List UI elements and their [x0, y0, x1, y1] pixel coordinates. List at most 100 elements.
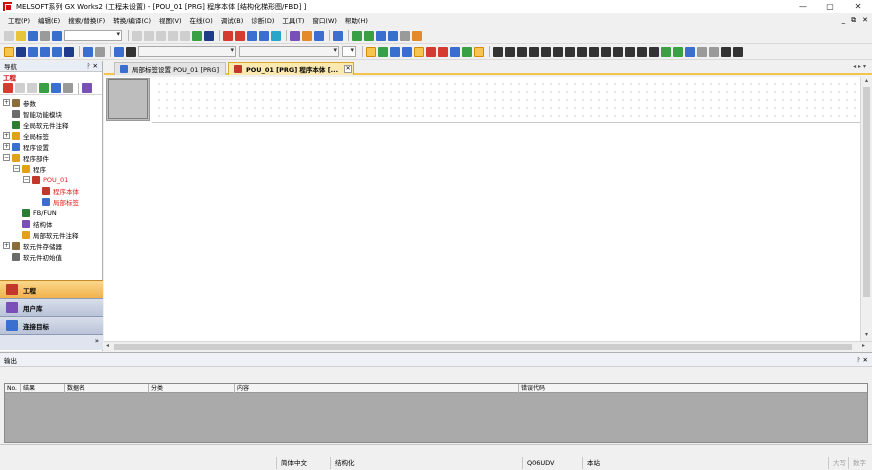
mdi-close-button[interactable]: ✕: [862, 16, 868, 24]
line-delete-icon[interactable]: [685, 46, 695, 57]
read-plc-icon[interactable]: [235, 30, 245, 41]
ladder-step-icon[interactable]: [352, 30, 362, 41]
output-table[interactable]: No. 结果 数据名 分类 内容 错误代码: [4, 383, 868, 443]
contact-icon[interactable]: [390, 46, 400, 57]
zoom-combo[interactable]: [342, 46, 356, 57]
expand-icon[interactable]: +: [3, 132, 10, 139]
menu-help[interactable]: 帮助(H): [341, 15, 372, 25]
menu-diagnostics[interactable]: 诊断(D): [247, 15, 278, 25]
undo-icon[interactable]: [168, 30, 178, 41]
column-error-code[interactable]: 错误代码: [519, 384, 867, 393]
parallel-fall-icon[interactable]: [625, 46, 635, 57]
tree-item[interactable]: − 程序部件: [0, 152, 102, 163]
scroll-left-icon[interactable]: ◂: [106, 342, 109, 349]
properties-icon[interactable]: [63, 83, 73, 93]
output-pin-close[interactable]: ᚹ ✕: [857, 353, 868, 367]
line-draw-icon[interactable]: [673, 46, 683, 57]
column-content[interactable]: 内容: [235, 384, 519, 393]
close-button[interactable]: ✕: [848, 0, 868, 13]
editor-vertical-scrollbar[interactable]: ▴ ▾: [860, 77, 872, 341]
operation-result-icon[interactable]: [649, 46, 659, 57]
device-combo[interactable]: [64, 30, 122, 41]
tree-item[interactable]: − POU_01: [0, 174, 102, 185]
zoom-in-icon[interactable]: [721, 46, 731, 57]
tree-item[interactable]: 软元件初始值: [0, 251, 102, 262]
falling-edge-icon[interactable]: [529, 46, 539, 57]
find-icon[interactable]: [114, 46, 124, 57]
tree-item[interactable]: + 程序设置: [0, 141, 102, 152]
tree-item[interactable]: 程序本体: [0, 185, 102, 196]
vertical-line-icon[interactable]: [541, 46, 551, 57]
delete-data-icon[interactable]: [15, 83, 25, 93]
function-combo[interactable]: [239, 46, 339, 57]
new-data-icon[interactable]: [3, 83, 13, 93]
tree-item[interactable]: 局部标签: [0, 196, 102, 207]
routing-icon[interactable]: [709, 46, 719, 57]
expand-icon[interactable]: +: [3, 242, 10, 249]
watch-icon[interactable]: [271, 30, 281, 41]
editor-dot-grid[interactable]: [152, 77, 860, 123]
vertical-scroll-thumb[interactable]: [863, 87, 870, 297]
parallel-rise-icon[interactable]: [613, 46, 623, 57]
output-toggle-icon[interactable]: [16, 46, 26, 57]
tree-item[interactable]: + 参数: [0, 97, 102, 108]
editor-cursor[interactable]: [108, 79, 148, 119]
new-file-icon[interactable]: [4, 30, 14, 41]
help-icon[interactable]: [52, 30, 62, 41]
panel-project-button[interactable]: 工程: [0, 280, 103, 298]
tab-close-icon[interactable]: ✕: [344, 65, 353, 73]
rename-icon[interactable]: [27, 83, 37, 93]
panel-connection-button[interactable]: 连接目标: [0, 316, 103, 334]
collapse-icon[interactable]: −: [23, 176, 30, 183]
open-folder-icon[interactable]: [16, 30, 26, 41]
sort-icon[interactable]: [95, 46, 105, 57]
variable-icon[interactable]: [426, 46, 436, 57]
scroll-right-icon[interactable]: ▸: [862, 342, 865, 349]
mdi-minimize-button[interactable]: _: [842, 16, 846, 24]
tree-item[interactable]: + 全局标签: [0, 130, 102, 141]
horizontal-scroll-thumb[interactable]: [114, 344, 852, 350]
redo-icon[interactable]: [180, 30, 190, 41]
write-plc-icon[interactable]: [223, 30, 233, 41]
menu-project[interactable]: 工程(P): [4, 15, 34, 25]
menu-view[interactable]: 视图(V): [155, 15, 186, 25]
ladder-edit-icon[interactable]: [388, 30, 398, 41]
tree-item[interactable]: FB/FUN: [0, 207, 102, 218]
coil-out-icon[interactable]: [553, 46, 563, 57]
tree-item[interactable]: 结构体: [0, 218, 102, 229]
output-var-icon[interactable]: [450, 46, 460, 57]
navigation-pin-close[interactable]: ᚹ ✕: [87, 61, 98, 72]
line-erase-icon[interactable]: [697, 46, 707, 57]
wire-mode-icon[interactable]: [378, 46, 388, 57]
menu-find-replace[interactable]: 搜索/替换(F): [64, 15, 109, 25]
ladder-symbol-icon[interactable]: [661, 46, 671, 57]
label-combo[interactable]: [138, 46, 236, 57]
ladder-insert-icon[interactable]: [364, 30, 374, 41]
input-var-icon[interactable]: [438, 46, 448, 57]
navigation-toggle-icon[interactable]: [4, 46, 14, 57]
fbd-editor-canvas[interactable]: [104, 77, 860, 341]
coil-icon[interactable]: [402, 46, 412, 57]
minimize-button[interactable]: —: [793, 0, 813, 13]
save-icon[interactable]: [28, 30, 38, 41]
tab-local-label-settings[interactable]: 局部标签设置 POU_01 [PRG]: [114, 62, 226, 75]
convert-all-icon[interactable]: [204, 30, 214, 41]
menu-online[interactable]: 在线(O): [186, 15, 217, 25]
binocular-icon[interactable]: [126, 46, 136, 57]
tree-item[interactable]: − 程序: [0, 163, 102, 174]
window-tile-icon[interactable]: [64, 46, 74, 57]
collapse-icon[interactable]: −: [3, 154, 10, 161]
nc-contact-icon[interactable]: [505, 46, 515, 57]
reset-coil-icon[interactable]: [577, 46, 587, 57]
ladder-statement-icon[interactable]: [412, 30, 422, 41]
copy-icon[interactable]: [144, 30, 154, 41]
ladder-delete-icon[interactable]: [376, 30, 386, 41]
panel-overflow-button[interactable]: »: [95, 337, 99, 345]
tree-item[interactable]: 全局软元件注释: [0, 119, 102, 130]
tab-scroll-arrows[interactable]: ◂ ▸ ▾: [853, 63, 866, 70]
device-view-icon[interactable]: [52, 46, 62, 57]
jump-icon[interactable]: [474, 46, 484, 57]
filter-icon[interactable]: [83, 46, 93, 57]
collapse-all-icon[interactable]: [51, 83, 61, 93]
comment-block-icon[interactable]: [462, 46, 472, 57]
